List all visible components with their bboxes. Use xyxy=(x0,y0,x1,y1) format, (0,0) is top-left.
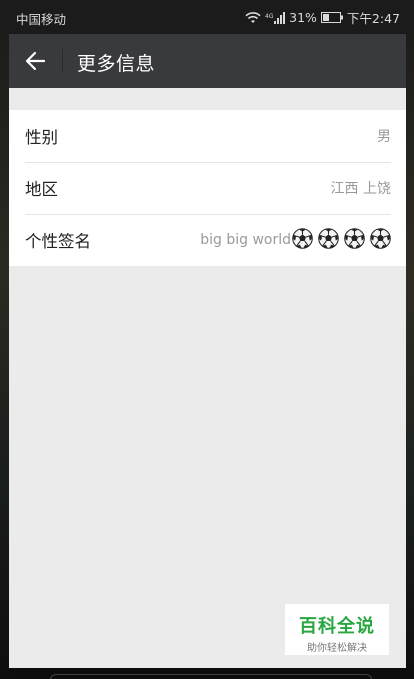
info-row-gender[interactable]: 性别 男 xyxy=(9,110,406,162)
watermark-subtitle: 助你轻松解决 xyxy=(307,643,367,654)
signature-text: big big world xyxy=(200,232,291,248)
info-list: 性别 男 地区 江西 上饶 个性签名 big big world xyxy=(9,110,406,266)
watermark-title: 百科全说 xyxy=(299,616,375,637)
signature-value: big big world xyxy=(200,227,391,253)
app-bar: 更多信息 xyxy=(9,34,406,88)
soccer-ball-icon xyxy=(318,227,339,249)
soccer-ball-icon xyxy=(344,227,365,249)
soccer-ball-icon xyxy=(370,227,391,249)
clock: 下午2:47 xyxy=(346,11,400,26)
svg-text:4G: 4G xyxy=(265,13,274,20)
watermark-logo: 百科全说 助你轻松解决 xyxy=(285,604,389,655)
info-row-region[interactable]: 地区 江西 上饶 xyxy=(9,162,406,214)
battery-percent: 31% xyxy=(289,10,317,25)
carrier-label: 中国移动 xyxy=(16,12,67,27)
row-label: 个性签名 xyxy=(25,232,91,251)
wifi-icon xyxy=(245,11,261,23)
page-title: 更多信息 xyxy=(77,53,156,75)
status-bar: 中国移动 4G 31% 下午2:47 xyxy=(0,0,414,34)
status-indicators: 4G 31% 下午2:47 xyxy=(245,8,400,27)
row-value: 男 xyxy=(377,129,391,145)
signal-icon: 4G xyxy=(265,11,286,24)
back-button[interactable] xyxy=(19,45,51,77)
battery-icon xyxy=(320,12,343,23)
appbar-divider xyxy=(62,49,63,73)
row-label: 地区 xyxy=(25,180,58,199)
left-edge-decor xyxy=(0,0,9,679)
arrow-left-icon xyxy=(25,51,46,71)
emoji-group xyxy=(291,227,391,253)
phone-screen: 中国移动 4G 31% 下午2:47 更多信息 性别 男 地区 江西 上饶 个性… xyxy=(0,0,414,679)
content-area: 性别 男 地区 江西 上饶 个性签名 big big world 百科全说 助你… xyxy=(9,88,406,668)
info-row-signature[interactable]: 个性签名 big big world xyxy=(9,214,406,266)
row-label: 性别 xyxy=(25,128,58,147)
row-value: 江西 上饶 xyxy=(330,181,391,197)
bottom-pill-decor xyxy=(50,674,372,679)
right-edge-decor xyxy=(406,0,414,679)
soccer-ball-icon xyxy=(292,227,313,249)
